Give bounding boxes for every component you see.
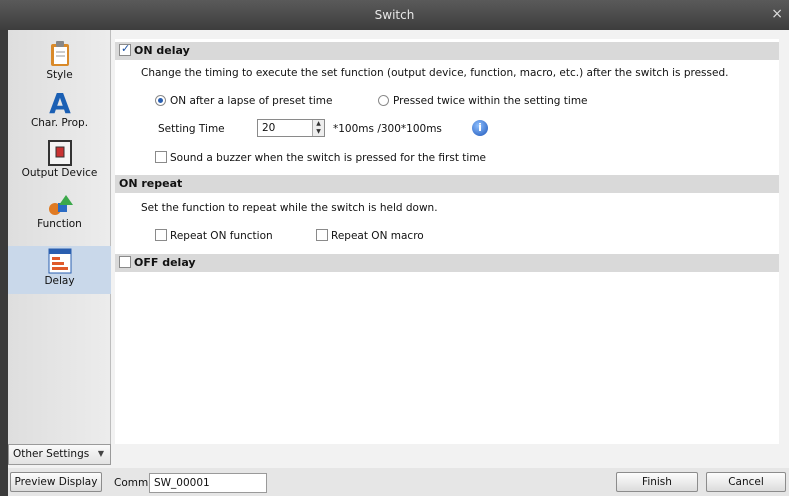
repeat-function-label: Repeat ON function bbox=[170, 230, 273, 242]
sidebar-item-label: Output Device bbox=[21, 167, 98, 179]
sidebar-item-label: Delay bbox=[44, 275, 75, 287]
repeat-macro-label: Repeat ON macro bbox=[331, 230, 424, 242]
off-delay-header[interactable]: OFF delay bbox=[115, 254, 779, 272]
sidebar-item-function[interactable]: Function bbox=[8, 193, 111, 230]
comm-label: Comm bbox=[114, 477, 149, 489]
repeat-function-checkbox[interactable] bbox=[155, 229, 167, 241]
style-icon bbox=[50, 41, 69, 66]
footer-bar: Preview Display Comm SW_00001 Finish Can… bbox=[8, 468, 789, 496]
on-repeat-header: ON repeat bbox=[115, 175, 779, 193]
radio-label: Pressed twice within the setting time bbox=[393, 95, 588, 107]
repeat-on-macro-option[interactable]: Repeat ON macro bbox=[316, 229, 424, 242]
sidebar-item-char-prop[interactable]: A Char. Prop. bbox=[8, 88, 111, 129]
buzzer-option[interactable]: Sound a buzzer when the switch is presse… bbox=[155, 151, 486, 164]
comm-input[interactable]: SW_00001 bbox=[149, 473, 267, 493]
off-delay-title: OFF delay bbox=[134, 256, 196, 269]
on-delay-header[interactable]: ON delay bbox=[115, 42, 779, 60]
preview-display-button[interactable]: Preview Display bbox=[10, 472, 102, 492]
delay-icon bbox=[48, 248, 71, 274]
repeat-on-function-option[interactable]: Repeat ON function bbox=[155, 229, 273, 242]
cancel-button[interactable]: Cancel bbox=[706, 472, 786, 492]
buzzer-label: Sound a buzzer when the switch is presse… bbox=[170, 152, 487, 164]
on-repeat-description: Set the function to repeat while the swi… bbox=[141, 202, 438, 214]
close-icon[interactable]: × bbox=[771, 6, 783, 22]
other-settings-label: Other Settings bbox=[13, 448, 90, 460]
setting-time-stepper[interactable]: 20 ▲ ▼ bbox=[257, 119, 325, 137]
on-delay-description: Change the timing to execute the set fun… bbox=[141, 67, 729, 79]
sidebar-item-delay[interactable]: Delay bbox=[8, 246, 111, 294]
settings-panel: ON delay Change the timing to execute th… bbox=[115, 39, 779, 444]
on-delay-title: ON delay bbox=[134, 44, 190, 57]
setting-time-unit: *100ms /300*100ms bbox=[333, 123, 442, 135]
sidebar: Style A Char. Prop. Output Device Functi… bbox=[8, 30, 111, 465]
chevron-down-icon: ▼ bbox=[97, 449, 104, 458]
radio-pressed-twice[interactable]: Pressed twice within the setting time bbox=[378, 95, 588, 107]
sidebar-item-output-device[interactable]: Output Device bbox=[8, 140, 111, 179]
sidebar-item-label: Function bbox=[37, 218, 82, 230]
title-bar: Switch × bbox=[0, 0, 789, 30]
sidebar-item-style[interactable]: Style bbox=[8, 38, 111, 81]
dialog-body: Style A Char. Prop. Output Device Functi… bbox=[8, 30, 789, 496]
stepper-arrows-icon[interactable]: ▲ ▼ bbox=[312, 120, 324, 136]
function-icon bbox=[48, 195, 73, 215]
other-settings-dropdown[interactable]: Other Settings ▼ bbox=[8, 444, 111, 465]
svg-text:A: A bbox=[49, 88, 71, 116]
output-device-icon bbox=[47, 140, 72, 166]
buzzer-checkbox[interactable] bbox=[155, 151, 167, 163]
char-prop-icon: A bbox=[49, 88, 71, 116]
on-delay-checkbox[interactable] bbox=[119, 42, 131, 56]
sidebar-item-label: Char. Prop. bbox=[30, 117, 89, 129]
sidebar-item-label: Style bbox=[46, 69, 73, 81]
window-title: Switch bbox=[374, 8, 415, 22]
off-delay-checkbox[interactable] bbox=[119, 256, 131, 268]
setting-time-value[interactable]: 20 bbox=[262, 122, 275, 134]
info-icon[interactable]: i bbox=[472, 120, 488, 136]
radio-label: ON after a lapse of preset time bbox=[170, 95, 333, 107]
radio-button[interactable] bbox=[155, 95, 166, 106]
setting-time-label: Setting Time bbox=[158, 123, 225, 135]
on-repeat-title: ON repeat bbox=[119, 177, 183, 190]
repeat-macro-checkbox[interactable] bbox=[316, 229, 328, 241]
radio-on-after-lapse[interactable]: ON after a lapse of preset time bbox=[155, 95, 332, 107]
radio-button[interactable] bbox=[378, 95, 389, 106]
finish-button[interactable]: Finish bbox=[616, 472, 698, 492]
